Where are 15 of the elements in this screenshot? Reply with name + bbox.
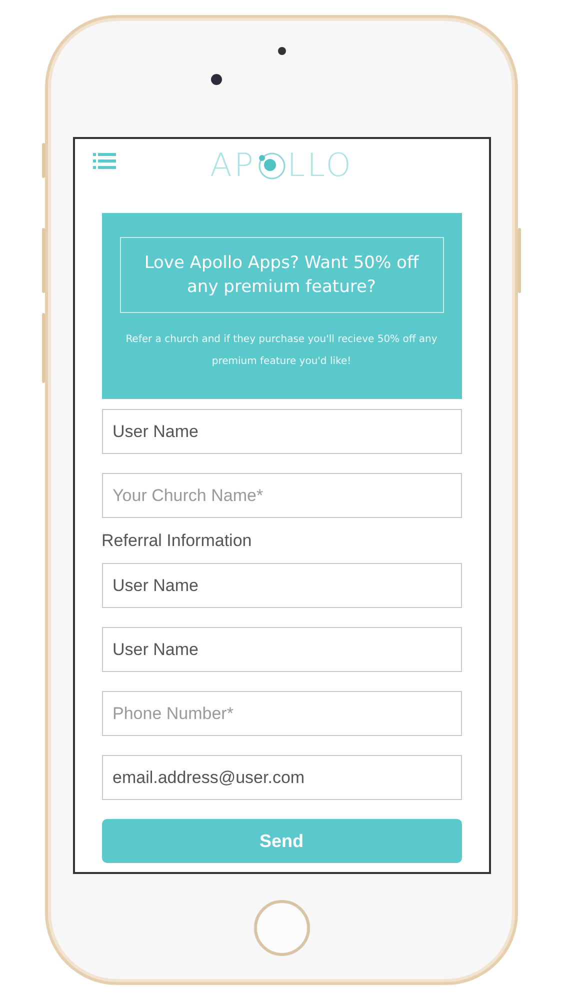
input-field[interactable]: email.address@user.com [102, 755, 462, 800]
logo-text: LLO [287, 147, 353, 183]
logo-text: AP [210, 147, 256, 183]
input-field[interactable]: User Name [102, 563, 462, 608]
ring-dot-icon [256, 150, 286, 180]
menu-icon[interactable] [92, 153, 116, 169]
banner-title: Love Apollo Apps? Want 50% off any premium feature? [120, 237, 444, 313]
input-field[interactable]: Phone Number* [102, 691, 462, 736]
input-field[interactable]: User Name [102, 409, 462, 454]
banner-text: Refer a church and if they purchase you'll recieve 50% off any premium feature you'd like! [124, 333, 438, 369]
input-field[interactable]: Your Church Name* [102, 473, 462, 518]
section-label: Referral Information [102, 531, 253, 551]
camera-icon [211, 74, 222, 85]
input-field[interactable]: User Name [102, 627, 462, 672]
speaker-icon [278, 47, 286, 55]
